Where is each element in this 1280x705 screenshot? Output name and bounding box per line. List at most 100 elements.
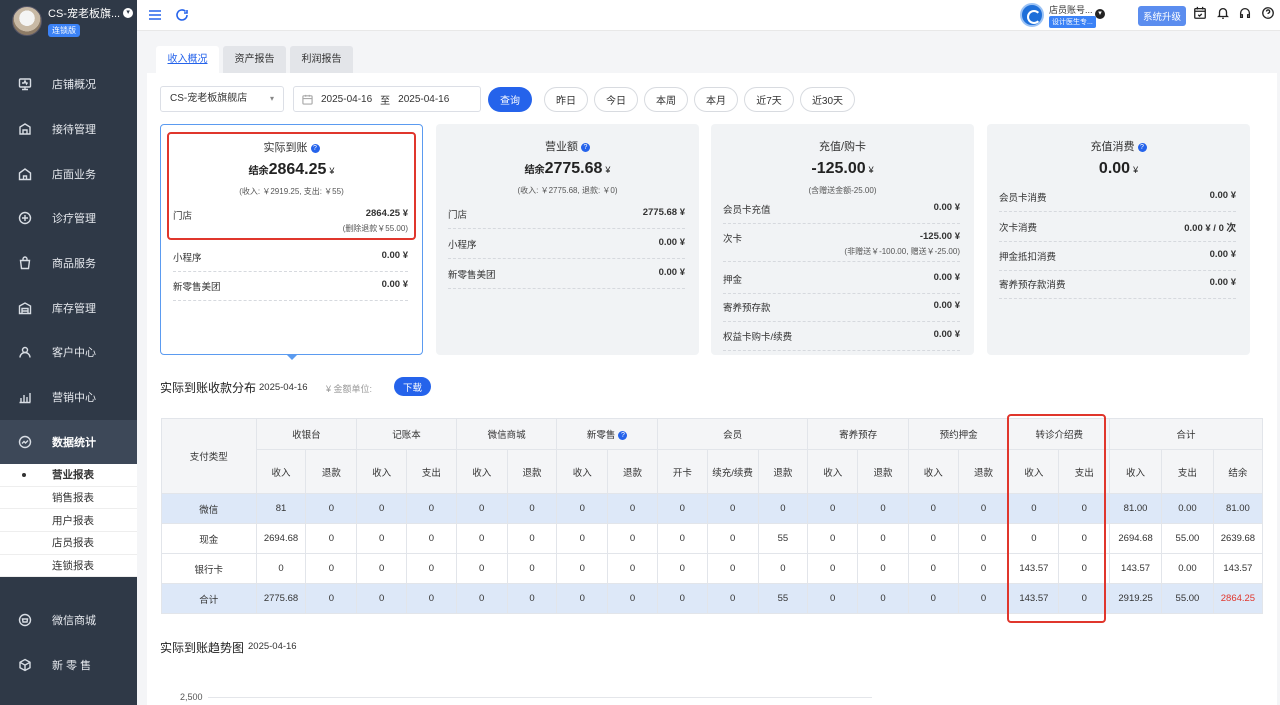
quick-date-button-2[interactable]: 本周 [644, 87, 688, 112]
table-cell: 0 [506, 493, 558, 524]
sidebar-subitem-4[interactable]: 连锁报表 [0, 555, 137, 578]
date-separator: 至 [380, 95, 391, 107]
card-row-label: 新零售美团 [448, 270, 496, 281]
card-row-label: 小程序 [173, 253, 202, 264]
store-select[interactable]: CS-宠老板旗舰店 ▾ [160, 86, 284, 112]
card-row-value: -125.00 ¥ [919, 231, 960, 242]
store-switcher[interactable]: CS-宠老板旗... ▾ 连锁版 [0, 0, 137, 42]
card-row: 小程序 0.00 ¥ [173, 250, 408, 272]
sidebar-item-5[interactable]: 库存管理 [0, 285, 137, 330]
sidebar-item-1[interactable]: 接待管理 [0, 107, 137, 152]
tab-1[interactable]: 资产报告 [223, 46, 286, 73]
card-row-label: 会员卡消费 [999, 193, 1047, 204]
quick-date-button-1[interactable]: 今日 [594, 87, 638, 112]
account-logo[interactable] [1020, 3, 1044, 27]
table-cell: 55.00 [1161, 583, 1214, 614]
sidebar-item-after-1[interactable]: 新 零 售 [0, 643, 137, 688]
download-button[interactable]: 下载 [394, 377, 431, 396]
sidebar-item-7[interactable]: 营销中心 [0, 375, 137, 420]
sidebar-item-4[interactable]: 商品服务 [0, 241, 137, 286]
group-header: 合计 [1109, 418, 1263, 450]
sidebar-subitem-3[interactable]: 店员报表 [0, 532, 137, 555]
date-start[interactable]: 2025-04-16 [321, 94, 372, 105]
table-cell: 81 [255, 493, 307, 524]
table-cell: 0 [406, 493, 457, 524]
chevron-down-icon[interactable]: ▾ [123, 8, 134, 18]
group-header-label: 收银台 [292, 430, 321, 441]
summary-card-1[interactable]: 营业额? 结余2775.68 ¥ (收入: ￥2775.68, 退款: ￥0) 门店 27… [436, 124, 699, 355]
table-cell: 0 [706, 553, 759, 584]
sidebar-item-0[interactable]: 店铺概况 [0, 62, 137, 107]
calendar-check-icon[interactable] [1193, 6, 1209, 22]
sidebar-item-label: 库存管理 [52, 302, 96, 315]
table-cell: 0 [255, 553, 307, 584]
table-cell: 0 [305, 583, 358, 614]
help-icon[interactable]: ? [581, 143, 590, 152]
medical-icon [18, 211, 32, 225]
card-row: 小程序 0.00 ¥ [448, 237, 685, 259]
sidebar-item-label: 微信商城 [52, 615, 96, 628]
headset-icon[interactable] [1238, 6, 1254, 22]
col-header: 收入 [1109, 449, 1163, 494]
sidebar-nav: 店铺概况 接待管理 店面业务 诊疗管理商品服务库存管理客户中心 营销中心 数据统计 营业报表… [0, 62, 137, 578]
quick-date-button-5[interactable]: 近30天 [800, 87, 855, 112]
card-row-value: 0.00 ¥ [933, 300, 960, 311]
card-value: 2775.68 [544, 160, 603, 177]
table-cell: 2639.68 [1212, 523, 1264, 554]
table-cell: 0 [556, 493, 609, 524]
sidebar-item-2[interactable]: 店面业务 [0, 151, 137, 196]
table-cell: 0 [857, 583, 909, 614]
card-subtitle: (含赠送金额-25.00) [808, 186, 877, 195]
col-header: 结余 [1212, 449, 1264, 494]
store-name: CS-宠老板旗... [48, 8, 121, 20]
table-cell: 2864.25 [1212, 583, 1264, 614]
system-upgrade-button[interactable]: 系统升级 [1138, 6, 1187, 26]
sidebar-subitem-2[interactable]: 用户报表 [0, 509, 137, 532]
card-row-label: 门店 [448, 210, 468, 221]
help-icon[interactable]: ? [618, 431, 628, 440]
sidebar-subitem-0[interactable]: 营业报表 [0, 464, 137, 487]
card-row: 押金抵扣消费 0.00 ¥ [999, 249, 1236, 271]
table-cell: 55 [757, 523, 809, 554]
account-name[interactable]: 店员账号... [1049, 3, 1093, 16]
quick-date-button-4[interactable]: 近7天 [744, 87, 794, 112]
help-icon[interactable] [1261, 6, 1277, 22]
avatar[interactable] [12, 6, 42, 36]
amount-unit-label: ¥ 金额单位: [326, 384, 373, 394]
date-end[interactable]: 2025-04-16 [398, 94, 449, 105]
sidebar-item-label: 新 零 售 [52, 660, 92, 673]
tab-0[interactable]: 收入概况 [156, 46, 219, 73]
bell-icon[interactable] [1216, 6, 1232, 22]
sidebar-item-after-0[interactable]: 微信商城 [0, 598, 137, 643]
col-header: 收入 [907, 449, 959, 494]
sidebar-item-3[interactable]: 诊疗管理 [0, 196, 137, 241]
table-cell: 0 [857, 493, 909, 524]
table-cell: 0 [455, 583, 508, 614]
table-cell: 0 [556, 553, 609, 584]
card-row-label: 小程序 [448, 240, 477, 251]
table-cell: 0 [556, 523, 609, 554]
sidebar-subitem-1[interactable]: 销售报表 [0, 487, 137, 510]
quick-date-button-0[interactable]: 昨日 [544, 87, 588, 112]
chevron-down-icon[interactable]: ▾ [1095, 9, 1105, 19]
quick-date-button-3[interactable]: 本月 [694, 87, 738, 112]
table-cell: 0 [305, 523, 358, 554]
summary-card-3[interactable]: 充值消费? 0.00 ¥ 会员卡消费 0.00 ¥ 次卡消费 0.00 ¥ / 0 次押金抵… [987, 124, 1250, 355]
refresh-icon[interactable] [174, 7, 190, 23]
card-unit: ¥ [1133, 165, 1139, 175]
table-cell: 0 [656, 523, 708, 554]
query-button[interactable]: 查询 [488, 87, 532, 112]
table-cell: 0 [656, 493, 708, 524]
tab-2[interactable]: 利润报告 [290, 46, 353, 73]
sidebar-item-label: 商品服务 [52, 258, 96, 271]
sidebar-item-6[interactable]: 客户中心 [0, 330, 137, 375]
highlight-box-referral-fee [1007, 414, 1106, 623]
new-retail-icon [18, 658, 32, 672]
menu-toggle-icon[interactable] [147, 7, 163, 23]
date-range-picker[interactable]: 2025-04-16 至 2025-04-16 [293, 86, 481, 112]
table-cell: 0 [857, 553, 909, 584]
trend-title: 实际到账趋势图 [160, 641, 245, 655]
summary-card-2[interactable]: 充值/购卡 -125.00 ¥ (含赠送金额-25.00) 会员卡充值 0.00 ¥ 次卡 -… [711, 124, 974, 355]
sidebar-item-8[interactable]: 数据统计 [0, 419, 137, 465]
help-icon[interactable]: ? [1137, 143, 1147, 152]
